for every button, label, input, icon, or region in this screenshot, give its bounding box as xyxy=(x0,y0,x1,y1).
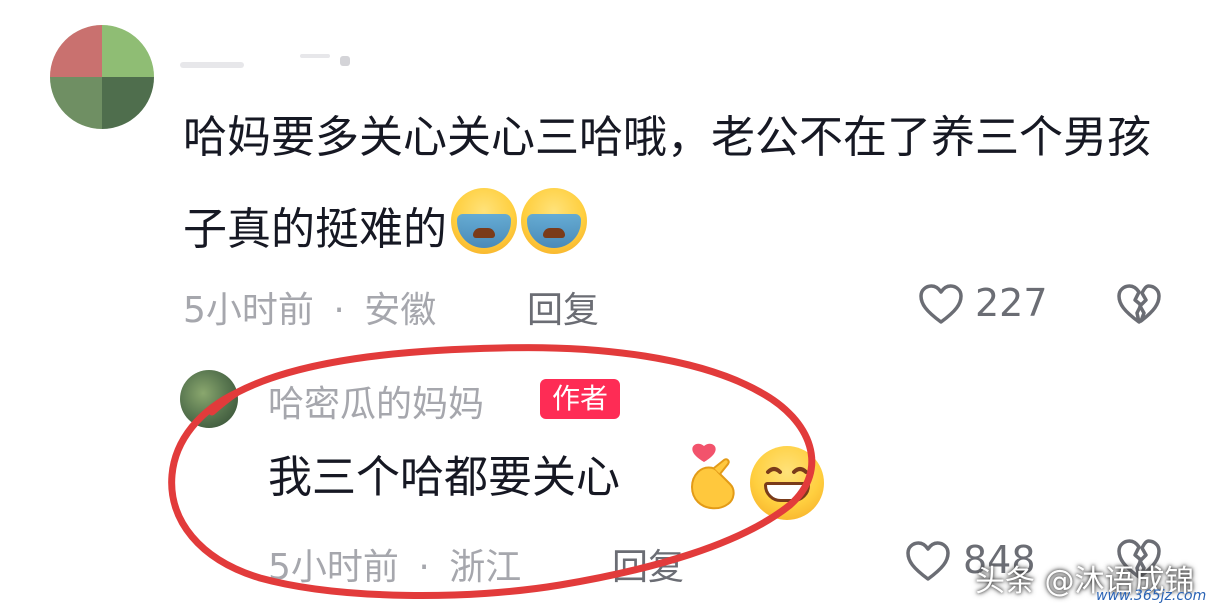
site-watermark: www.365jz.com xyxy=(1096,588,1207,604)
blurred-username xyxy=(180,52,380,72)
reply-text: 我三个哈都要关心 xyxy=(268,452,620,503)
reply-time: 5小时前 xyxy=(268,547,399,588)
heart-icon[interactable] xyxy=(905,540,951,582)
author-name[interactable]: 哈密瓜的妈妈 xyxy=(268,375,484,427)
author-avatar[interactable] xyxy=(180,370,238,428)
like-count: 227 xyxy=(975,281,1048,325)
broken-heart-icon[interactable] xyxy=(1116,283,1162,325)
reply-button[interactable]: 回复 xyxy=(527,281,599,333)
grinning-face-icon xyxy=(750,446,824,520)
comment-body: 哈妈要多关心关心三哈哦，老公不在了养三个男孩子真的挺难的 xyxy=(183,112,1151,255)
crying-face-icon xyxy=(451,188,517,254)
comment-location: 安徽 xyxy=(364,290,437,331)
comment-time: 5小时前 xyxy=(183,290,314,331)
heart-icon[interactable] xyxy=(918,283,964,325)
comment-meta: 5小时前 · 安徽 xyxy=(183,281,436,333)
meta-separator: · xyxy=(333,290,345,331)
reply-location: 浙江 xyxy=(449,547,522,588)
meta-separator: · xyxy=(418,547,430,588)
reply-button[interactable]: 回复 xyxy=(612,538,684,590)
finger-heart-icon xyxy=(691,443,735,510)
comment-text: 哈妈要多关心关心三哈哦，老公不在了养三个男孩子真的挺难的 xyxy=(183,92,1173,276)
author-badge: 作者 xyxy=(540,379,621,419)
crying-face-icon xyxy=(521,188,587,254)
reply-meta: 5小时前 · 浙江 xyxy=(268,538,521,590)
commenter-avatar[interactable] xyxy=(50,25,154,129)
